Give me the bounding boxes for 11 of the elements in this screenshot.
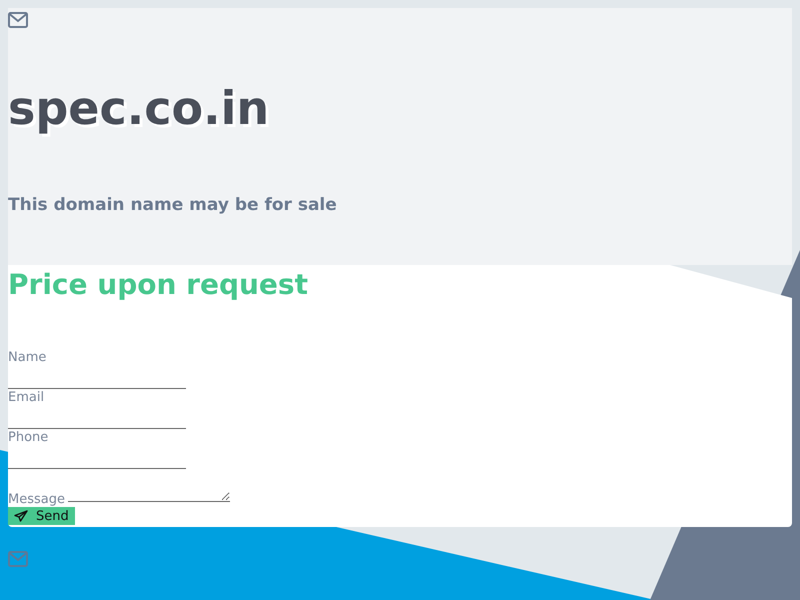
mail-icon [8,551,28,567]
domain-title: spec.co.in [8,80,270,136]
field-label: Email [8,389,46,407]
field-label: Phone [8,429,50,447]
price-heading: Price upon request [8,267,309,303]
field-label: Message [8,492,65,507]
send-button[interactable]: Send [8,507,75,525]
tagline: This domain name may be for sale [8,194,338,216]
send-icon [14,510,28,522]
mail-icon [8,12,28,28]
field-label: Name [8,349,48,367]
